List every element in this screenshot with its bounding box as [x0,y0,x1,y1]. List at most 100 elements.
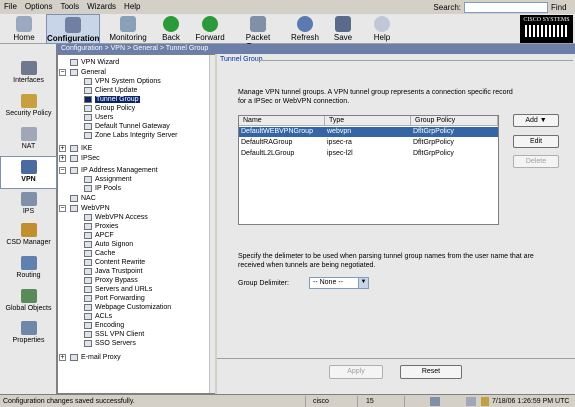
cell-group-policy: DfltGrpPolicy [413,139,454,146]
tree-node-icon [70,195,78,202]
tree-item[interactable]: Proxies [84,222,118,231]
tree-item[interactable]: IKE [70,144,92,153]
tree-node-icon [84,96,92,103]
tree-item[interactable]: WebVPN [70,204,110,213]
tree-item-label: APCF [95,232,114,239]
tree-item[interactable]: Auto Signon [84,240,133,249]
menu-options[interactable]: Options [21,0,57,13]
configuration-button-label: Configuration [47,34,100,43]
tree-item[interactable]: General [70,68,106,77]
tree-node-icon [84,105,92,112]
tree-item[interactable]: APCF [84,231,114,240]
tree-item[interactable]: SSL VPN Client [84,330,144,339]
tree-expander[interactable]: + [59,354,66,361]
toolbar: Home Configuration Monitoring Back Forwa… [0,14,575,51]
tree-item[interactable]: Zone Labs Integrity Server [84,131,178,140]
tree-item[interactable]: Proxy Bypass [84,276,138,285]
save-button[interactable]: Save [328,14,358,44]
reset-button[interactable]: Reset [400,365,462,379]
tree-scrollbar[interactable] [209,55,215,393]
tree-expander[interactable]: + [59,155,66,162]
nav-global-objects[interactable]: Global Objects [0,286,57,319]
tree-expander[interactable]: + [59,145,66,152]
tree-item-label: Default Tunnel Gateway [95,123,170,130]
edit-button[interactable]: Edit [513,135,559,148]
back-button[interactable]: Back [156,14,186,44]
search-input[interactable] [464,1,548,13]
cell-name: DefaultL2LGroup [241,150,295,157]
tree-item[interactable]: E-mail Proxy [70,353,121,362]
tree-item[interactable]: Cache [84,249,115,258]
tree-item[interactable]: SSO Servers [84,339,136,348]
tree-item[interactable]: IPSec [70,154,100,163]
tree-item[interactable]: VPN System Options [84,77,161,86]
tree-item[interactable]: Encoding [84,321,124,330]
nav-nat[interactable]: NAT [0,124,57,157]
add-button[interactable]: Add ▼ [513,114,559,127]
tree-item-label: Encoding [95,322,125,329]
tree-item[interactable]: Default Tunnel Gateway [84,122,170,131]
table-row[interactable]: DefaultWEBVPNGroup webvpn DfltGrpPolicy [239,127,498,137]
nav-vpn[interactable]: VPN [0,156,57,189]
nav-properties[interactable]: Properties [0,318,57,351]
configuration-button[interactable]: Configuration [46,14,100,44]
tree-item[interactable]: Port Forwarding [84,294,145,303]
tree-item[interactable]: Users [84,113,113,122]
tree-item[interactable]: Webpage Customization [84,303,171,312]
forward-button[interactable]: Forward [190,14,230,44]
packet-tracer-button[interactable]: Packet Tracer [234,14,282,51]
nav-csd-manager[interactable]: CSD Manager [0,220,57,253]
column-header-type[interactable]: Type [325,116,411,126]
tree-node-icon [84,331,92,338]
tree-item[interactable]: Client Update [84,86,137,95]
nav-routing[interactable]: Routing [0,253,57,286]
tree-item[interactable]: Servers and URLs [84,285,152,294]
tree-item[interactable]: Tunnel Group [84,95,140,104]
chevron-down-icon[interactable]: ▼ [358,278,368,288]
find-button[interactable]: Find [551,3,575,12]
menu-file[interactable]: File [0,0,21,13]
tree-item[interactable]: NAC [70,194,96,203]
status-bar: Configuration changes saved successfully… [0,394,575,407]
nav-interfaces[interactable]: Interfaces [0,58,57,91]
tree-node-icon [84,304,92,311]
menu-wizards[interactable]: Wizards [83,0,120,13]
tree-item-label: SSL VPN Client [95,331,145,338]
nav-security-policy[interactable]: Security Policy [0,91,57,124]
group-delimiter-select[interactable]: -- None -- ▼ [309,277,369,289]
tree-item[interactable]: Assignment [84,175,132,184]
tree-item[interactable]: IP Address Management [70,166,158,175]
tree-expander[interactable]: − [59,69,66,76]
apply-button[interactable]: Apply [329,365,383,379]
vpn-tree: VPN Wizard − General VPN System Options Clie… [57,54,215,394]
help-button[interactable]: Help [368,14,396,44]
home-button[interactable]: Home [4,14,44,44]
tree-item[interactable]: Java Trustpoint [84,267,142,276]
column-header-name[interactable]: Name [239,116,325,126]
nav-ips[interactable]: IPS [0,189,57,222]
tree-item[interactable]: Group Policy [84,104,135,113]
status-separator [305,396,306,407]
menu-help[interactable]: Help [120,0,144,13]
tree-item[interactable]: Content Rewrite [84,258,145,267]
tree-item[interactable]: IP Pools [84,184,121,193]
tree-node-icon [84,214,92,221]
table-row[interactable]: DefaultL2LGroup ipsec-l2l DfltGrpPolicy [239,149,498,159]
tree-expander[interactable]: − [59,205,66,212]
delete-button[interactable]: Delete [513,155,559,168]
tree-item[interactable]: ACLs [84,312,112,321]
tree-item-label: General [81,69,106,76]
tree-item[interactable]: VPN Wizard [70,58,119,67]
tree-item-label: VPN Wizard [81,59,120,66]
refresh-button[interactable]: Refresh [288,14,322,44]
column-header-group-policy[interactable]: Group Policy [411,116,498,126]
menu-tools[interactable]: Tools [56,0,83,13]
monitoring-button[interactable]: Monitoring [104,14,152,44]
tree-expander[interactable]: − [59,167,66,174]
csd-manager-icon [20,223,37,237]
tree-item-label: Users [95,114,114,121]
properties-icon [20,321,37,335]
tree-item[interactable]: WebVPN Access [84,213,148,222]
table-row[interactable]: DefaultRAGroup ipsec-ra DfltGrpPolicy [239,138,498,148]
panel-divider [256,60,573,61]
